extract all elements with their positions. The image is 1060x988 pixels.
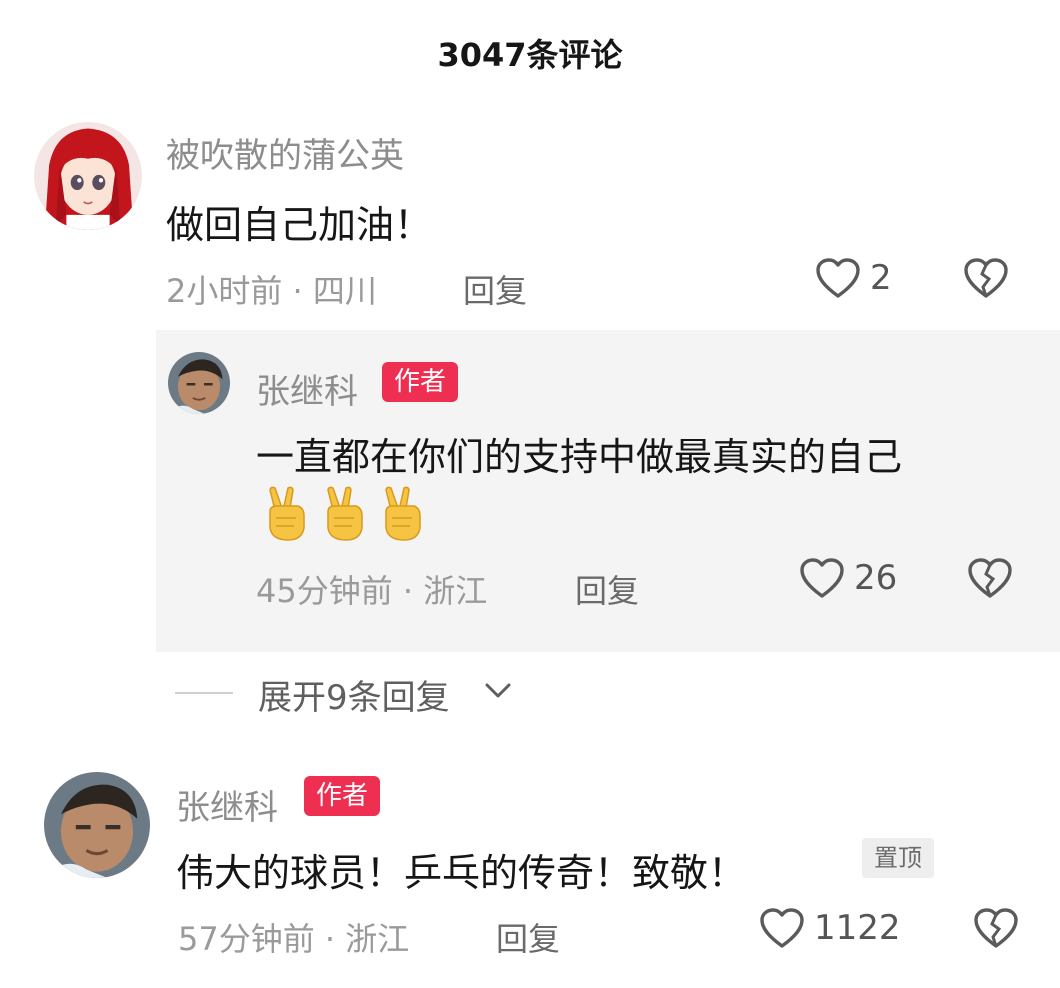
reply-button[interactable]: 回复 bbox=[496, 914, 560, 960]
avatar[interactable] bbox=[44, 772, 150, 878]
like-count: 2 bbox=[870, 258, 892, 298]
like-count: 26 bbox=[854, 558, 898, 598]
comment-text: 一直都在你们的支持中做最真实的自己 bbox=[256, 435, 903, 479]
comment-time-location: 2小时前 · 四川 bbox=[166, 272, 377, 310]
like-button[interactable]: 26 bbox=[798, 556, 897, 600]
pinned-badge: 置顶 bbox=[862, 838, 934, 878]
victory-hand-emoji bbox=[269, 486, 305, 541]
heart-icon bbox=[816, 258, 860, 298]
comment-text: 做回自己加油！ bbox=[166, 203, 433, 247]
expand-replies-button[interactable]: 展开9条回复 bbox=[258, 670, 450, 719]
comment-username[interactable]: 张继科 bbox=[256, 364, 358, 413]
chevron-down-icon[interactable] bbox=[484, 681, 512, 701]
comment-text: 伟大的球员！乒乓的传奇！致敬！ bbox=[176, 851, 747, 895]
heart-icon bbox=[800, 558, 844, 598]
comment-time-location: 45分钟前 · 浙江 bbox=[256, 572, 488, 610]
comments-panel: 3047条评论 被吹散的蒲公英 做回自己加油！ 2小时前 · 四川 回复 2 张… bbox=[0, 0, 1060, 988]
comment-time-location: 57分钟前 · 浙江 bbox=[178, 920, 410, 958]
victory-hand-emoji bbox=[327, 486, 363, 541]
reply-button[interactable]: 回复 bbox=[575, 566, 639, 612]
heart-icon bbox=[760, 908, 804, 948]
like-button[interactable]: 2 bbox=[814, 256, 892, 300]
victory-hand-emoji bbox=[385, 486, 421, 541]
comment-username[interactable]: 被吹散的蒲公英 bbox=[166, 128, 404, 177]
broken-heart-icon[interactable] bbox=[966, 556, 1014, 600]
avatar[interactable] bbox=[34, 122, 142, 230]
expand-divider bbox=[175, 692, 233, 694]
comment-username[interactable]: 张继科 bbox=[176, 780, 278, 829]
comments-count-title: 3047条评论 bbox=[437, 36, 623, 74]
author-badge: 作者 bbox=[304, 776, 381, 816]
broken-heart-icon[interactable] bbox=[962, 256, 1010, 300]
reply-button[interactable]: 回复 bbox=[463, 266, 527, 312]
broken-heart-icon[interactable] bbox=[972, 906, 1020, 950]
avatar[interactable] bbox=[168, 352, 230, 414]
like-button[interactable]: 1122 bbox=[758, 906, 901, 950]
author-badge: 作者 bbox=[382, 362, 459, 402]
like-count: 1122 bbox=[814, 908, 901, 948]
